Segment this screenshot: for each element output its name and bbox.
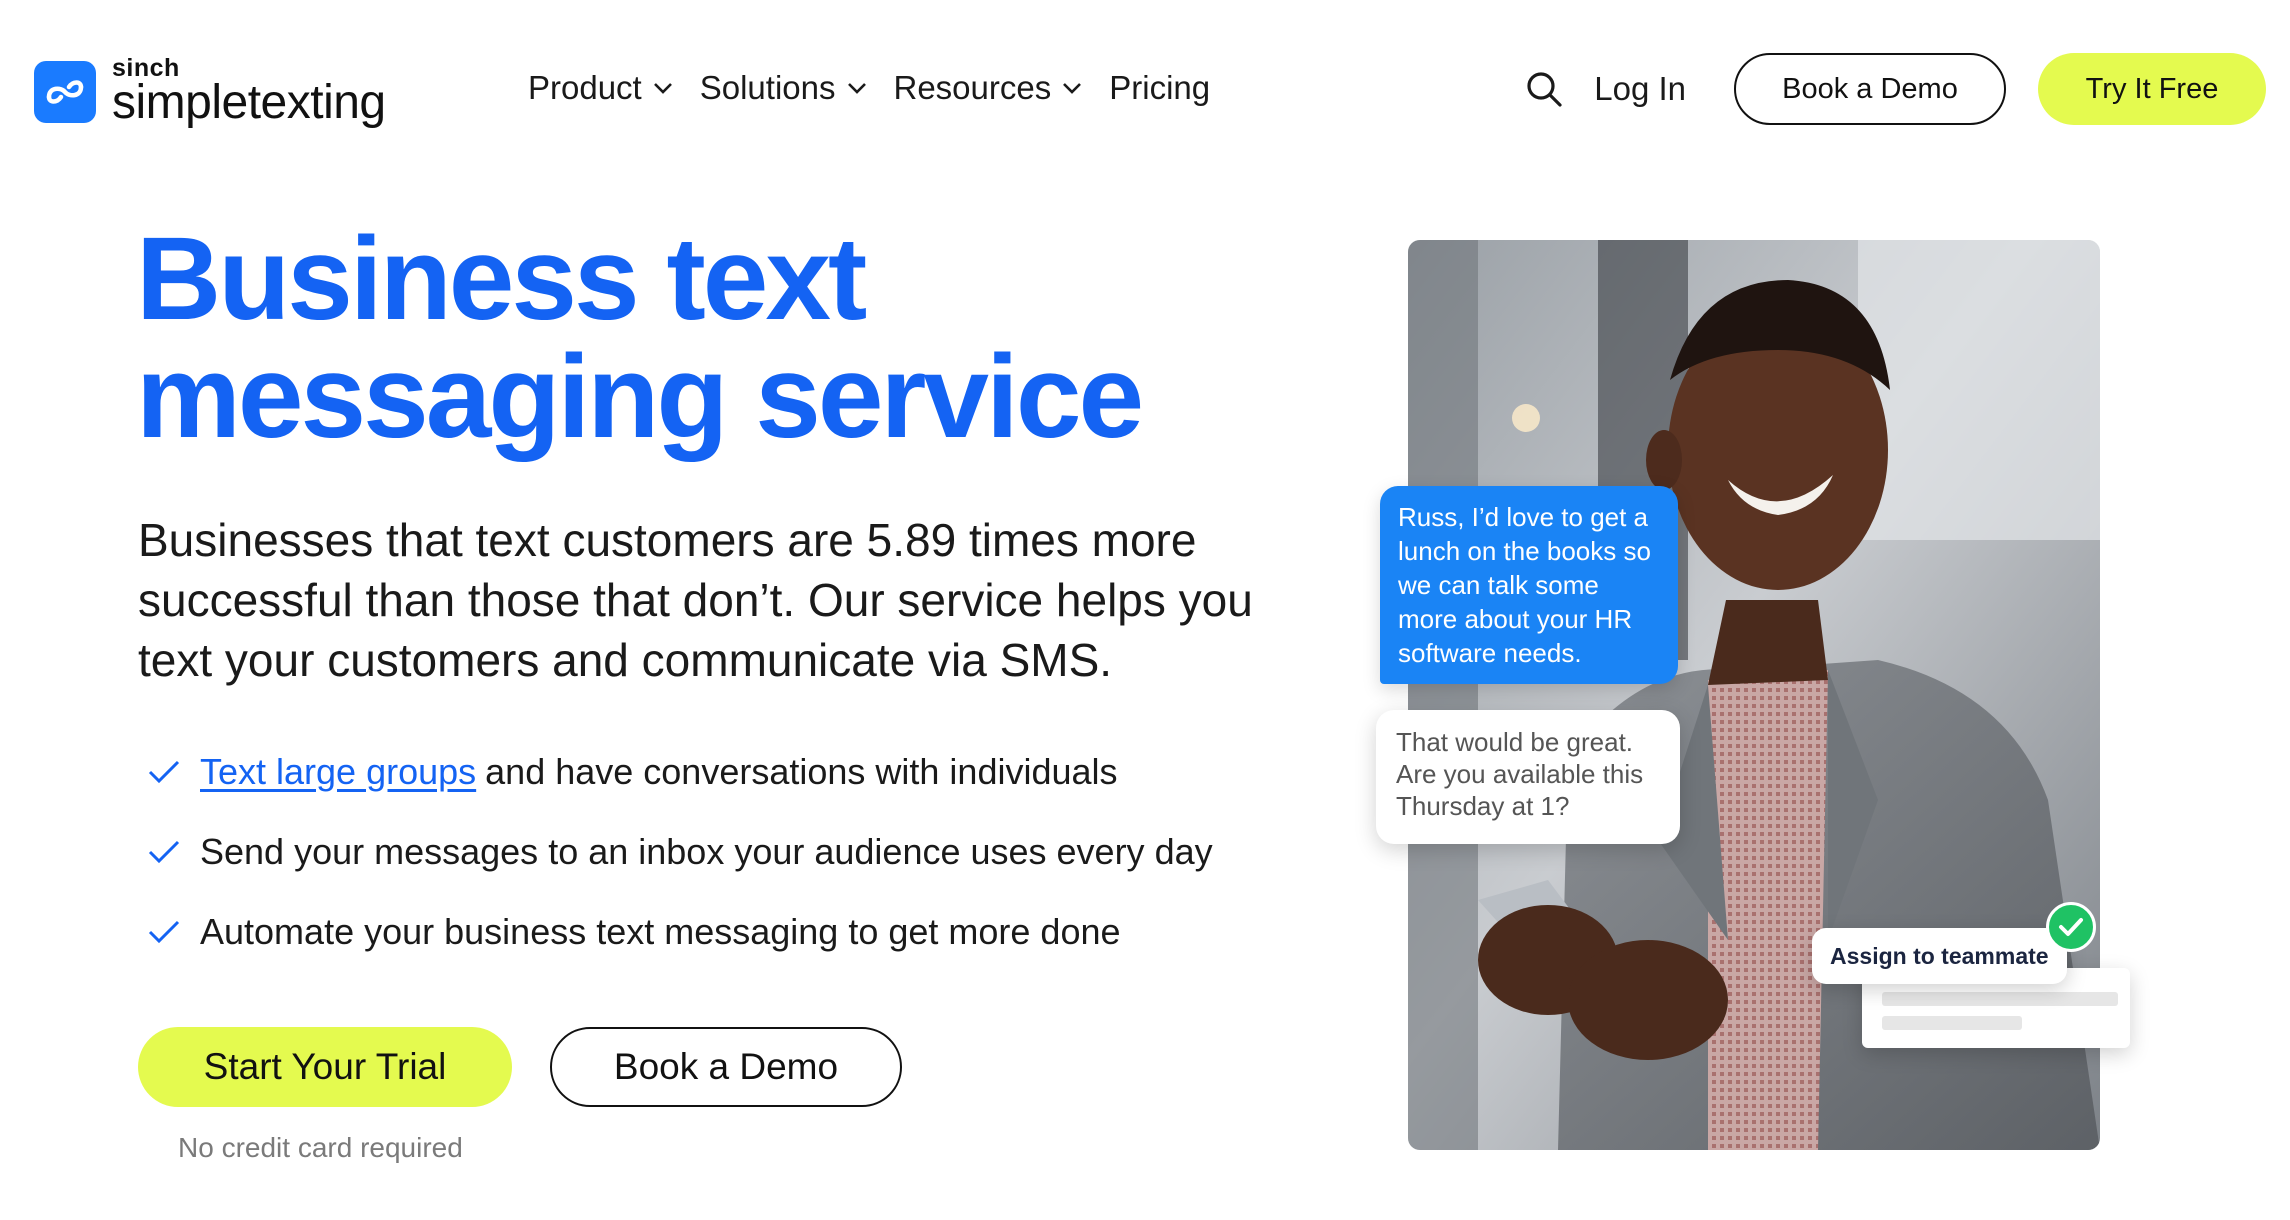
check-icon (148, 920, 180, 944)
outgoing-message-bubble: Russ, I’d love to get a lunch on the boo… (1380, 486, 1678, 684)
hero-title: Business text messaging service (136, 213, 1144, 463)
book-demo-hero-button[interactable]: Book a Demo (550, 1027, 902, 1107)
feature-text: and have conversations with individuals (485, 751, 1118, 792)
no-credit-card-note: No credit card required (178, 1132, 463, 1163)
nav-label: Pricing (1109, 69, 1211, 106)
try-free-button[interactable]: Try It Free (2038, 53, 2266, 125)
hero-subtitle: Businesses that text customers are 5.89 … (138, 514, 1253, 686)
nav-item-solutions[interactable]: Solutions (700, 69, 868, 107)
feature-text: Automate your business text messaging to… (200, 911, 1121, 952)
nav-item-product[interactable]: Product (528, 69, 674, 107)
start-trial-button[interactable]: Start Your Trial (138, 1027, 512, 1107)
feature-text: Send your messages to an inbox your audi… (200, 831, 1213, 872)
checkmark-icon (2046, 902, 2096, 952)
search-icon[interactable] (1524, 69, 1564, 109)
nav-item-resources[interactable]: Resources (894, 69, 1084, 107)
placeholder-line (1882, 1016, 2022, 1030)
incoming-message-bubble: That would be great. Are you available t… (1376, 710, 1680, 844)
nav-label: Product (528, 69, 642, 106)
feature-list: Text large groups and have conversations… (146, 751, 1213, 992)
nav-label: Solutions (699, 69, 836, 106)
check-icon (148, 760, 180, 784)
main-nav: Product Solutions Resources Pricing (528, 64, 1236, 112)
chevron-down-icon (1063, 83, 1082, 94)
chevron-down-icon (653, 83, 672, 94)
list-item: Automate your business text messaging to… (146, 911, 1213, 952)
logo[interactable]: sinch simpletexting (34, 56, 386, 127)
check-icon (148, 840, 180, 864)
assign-to-teammate-label: Assign to teammate (1812, 928, 2067, 984)
logo-product: simpletexting (112, 76, 386, 129)
placeholder-line (1882, 992, 2118, 1006)
list-item: Text large groups and have conversations… (146, 751, 1213, 793)
chevron-down-icon (847, 83, 866, 94)
login-link[interactable]: Log In (1594, 70, 1686, 108)
nav-item-pricing[interactable]: Pricing (1109, 69, 1210, 107)
header-actions: Log In Book a Demo Try It Free (1524, 52, 2266, 126)
logo-mark-icon (34, 60, 96, 123)
text-large-groups-link[interactable]: Text large groups (200, 751, 476, 793)
list-item: Send your messages to an inbox your audi… (146, 831, 1213, 872)
book-demo-button[interactable]: Book a Demo (1734, 53, 2006, 125)
nav-label: Resources (893, 69, 1052, 106)
